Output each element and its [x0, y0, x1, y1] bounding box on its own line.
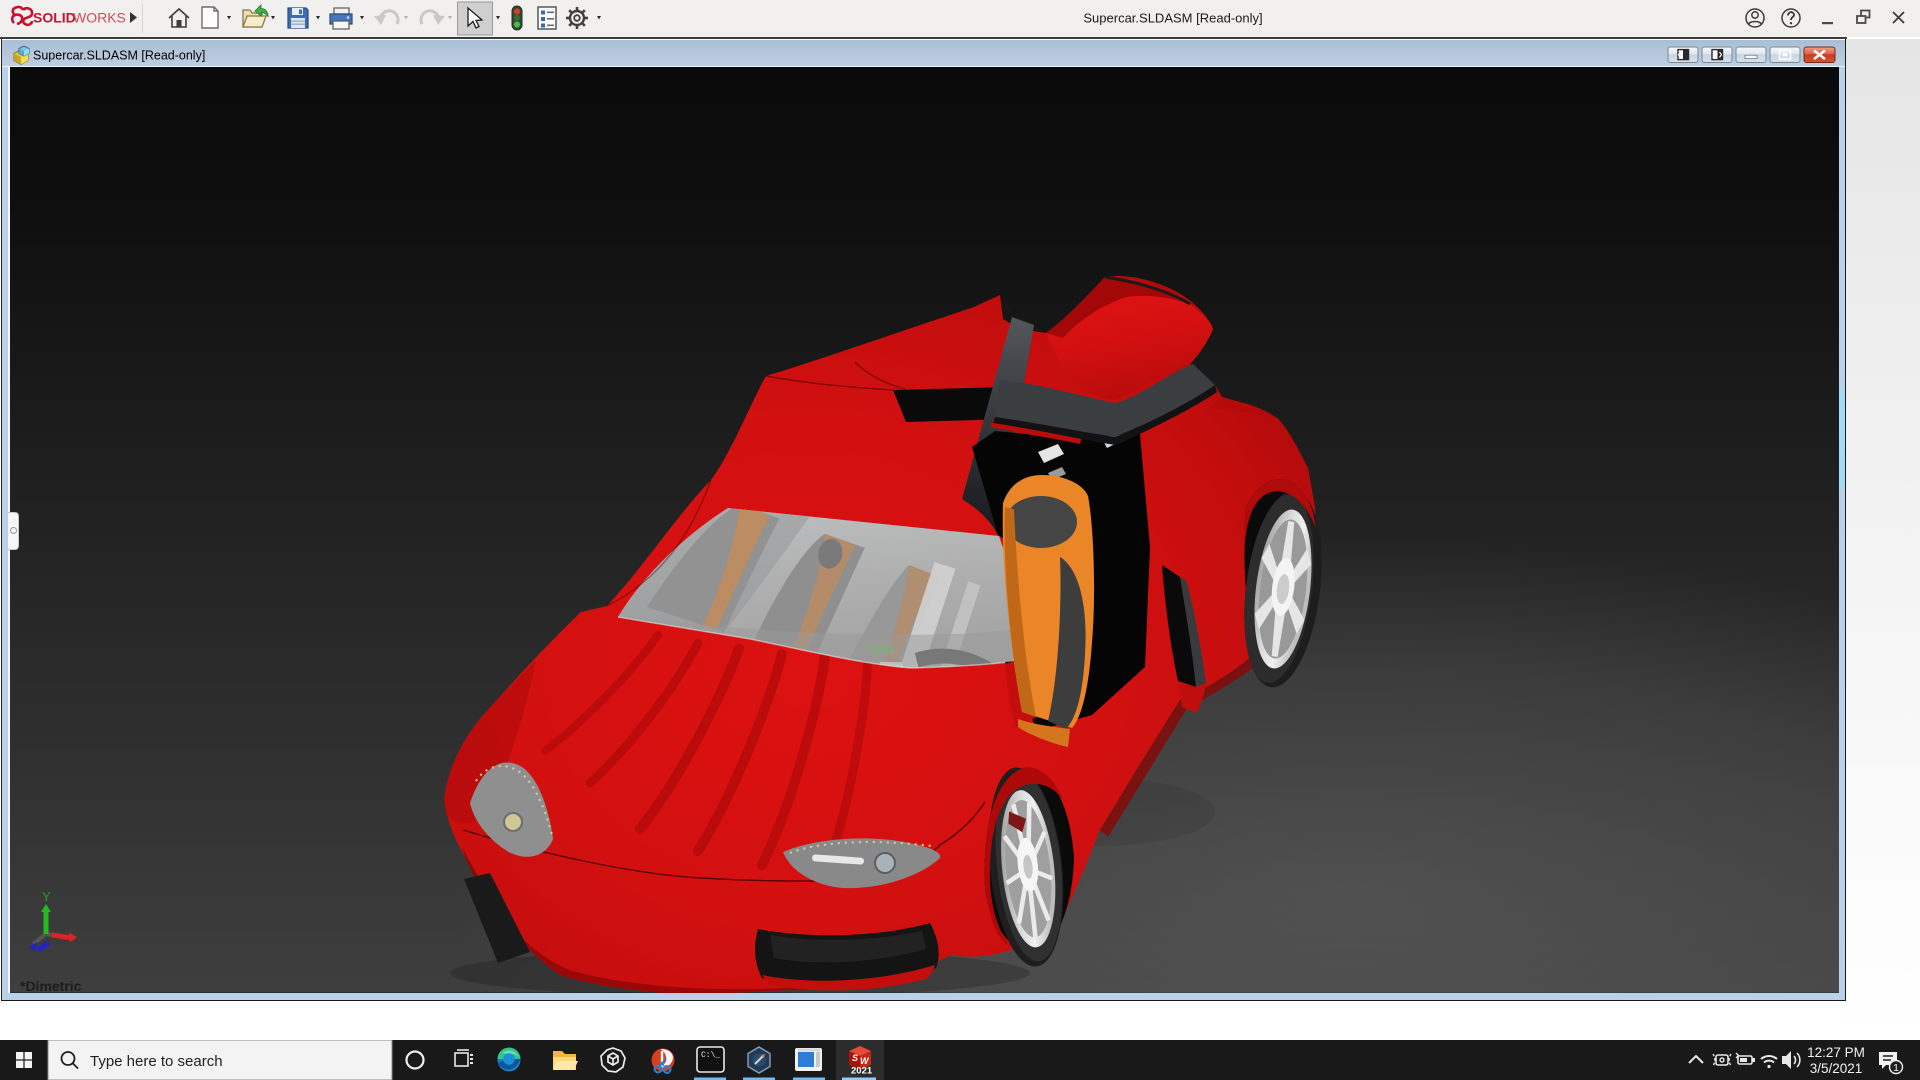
svg-text:Type here to search: Type here to search: [90, 1053, 223, 1070]
svg-text:SOLID: SOLID: [33, 10, 76, 26]
svg-text:2021: 2021: [851, 1066, 873, 1077]
svg-text:Supercar.SLDASM [Read-only]: Supercar.SLDASM [Read-only]: [33, 49, 205, 63]
svg-text:3/5/2021: 3/5/2021: [1810, 1061, 1863, 1076]
svg-text:*Dimetric: *Dimetric: [20, 978, 82, 993]
svg-text:Supercar.SLDASM [Read-only]: Supercar.SLDASM [Read-only]: [1083, 11, 1262, 26]
svg-text:Y: Y: [42, 889, 51, 904]
svg-text:12:27 PM: 12:27 PM: [1807, 1045, 1865, 1060]
svg-text:WORKS: WORKS: [73, 10, 126, 26]
svg-text:1: 1: [1893, 1062, 1899, 1074]
svg-text:C:\_: C:\_: [701, 1051, 720, 1060]
svg-text:S: S: [852, 1053, 858, 1063]
